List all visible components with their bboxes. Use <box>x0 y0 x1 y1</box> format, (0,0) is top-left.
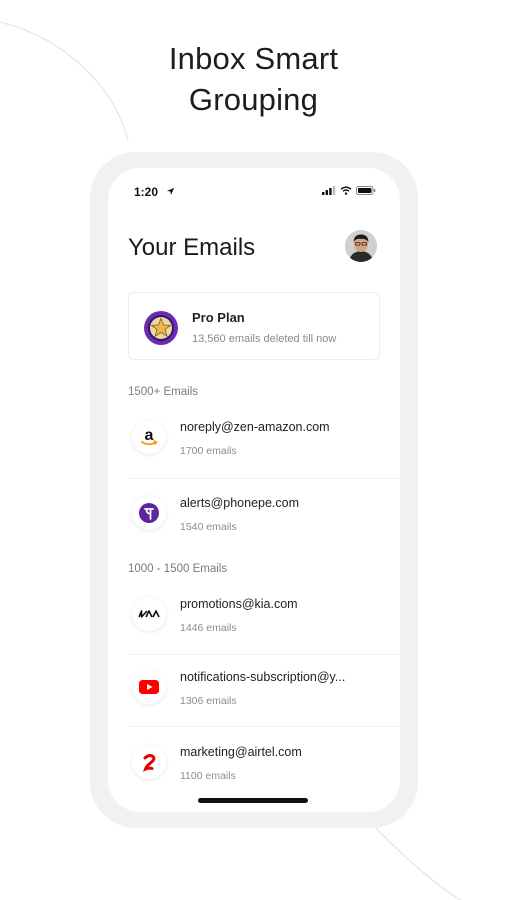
youtube-logo-icon <box>132 670 166 704</box>
sender-email: noreply@zen-amazon.com <box>180 420 330 434</box>
section-label: 1000 - 1500 Emails <box>128 563 228 575</box>
airtel-logo-icon <box>132 745 166 779</box>
svg-text:a: a <box>145 427 154 444</box>
plan-name: Pro Plan <box>192 310 245 325</box>
email-count: 1540 emails <box>180 521 237 533</box>
row-divider <box>128 478 400 479</box>
airtel-logo-icon <box>143 754 156 772</box>
home-indicator <box>198 798 308 803</box>
kia-logo-icon <box>138 610 160 618</box>
star-badge-icon <box>144 311 178 345</box>
email-count: 1446 emails <box>180 622 237 634</box>
phone-frame: 1:20 Your Emails Pro Plan 13,560 emails … <box>90 152 418 828</box>
phone-screen: 1:20 Your Emails Pro Plan 13,560 emails … <box>108 168 400 812</box>
email-count: 1700 emails <box>180 445 237 457</box>
email-row-phonepe[interactable]: alerts@phonepe.com 1540 emails <box>128 480 400 552</box>
headline: Inbox Smart Grouping <box>0 38 507 120</box>
email-row-youtube[interactable]: notifications-subscription@y... 1306 ema… <box>128 654 400 726</box>
email-row-airtel[interactable]: marketing@airtel.com 1100 emails <box>128 729 400 801</box>
youtube-logo-icon <box>139 680 159 694</box>
section-label: 1500+ Emails <box>128 386 198 398</box>
email-count: 1306 emails <box>180 695 237 707</box>
sender-email: marketing@airtel.com <box>180 745 302 759</box>
email-count: 1100 emails <box>180 770 236 782</box>
sender-email: notifications-subscription@y... <box>180 670 346 684</box>
amazon-logo-icon: a <box>132 420 166 454</box>
email-row-kia[interactable]: promotions@kia.com 1446 emails <box>128 581 400 653</box>
status-icons <box>322 186 376 195</box>
plan-card[interactable]: Pro Plan 13,560 emails deleted till now <box>128 292 380 360</box>
phonepe-logo-icon <box>139 503 159 523</box>
sender-email: promotions@kia.com <box>180 597 298 611</box>
location-arrow-icon <box>166 187 175 196</box>
headline-line-2: Grouping <box>188 82 319 117</box>
amazon-logo-icon: a <box>141 427 158 446</box>
avatar-photo-icon <box>345 230 377 262</box>
status-time: 1:20 <box>134 185 159 199</box>
plan-subtitle: 13,560 emails deleted till now <box>192 333 337 345</box>
email-row-amazon[interactable]: a noreply@zen-amazon.com 1700 emails <box>128 404 400 476</box>
row-divider <box>128 726 400 727</box>
phonepe-logo-icon <box>132 496 166 530</box>
kia-logo-icon <box>132 597 166 631</box>
page-title: Your Emails <box>128 234 256 261</box>
wifi-icon <box>340 186 352 195</box>
signal-icon <box>322 186 336 195</box>
profile-avatar[interactable] <box>345 230 377 262</box>
headline-line-1: Inbox Smart <box>168 41 339 76</box>
sender-email: alerts@phonepe.com <box>180 496 300 510</box>
battery-icon <box>356 186 376 195</box>
